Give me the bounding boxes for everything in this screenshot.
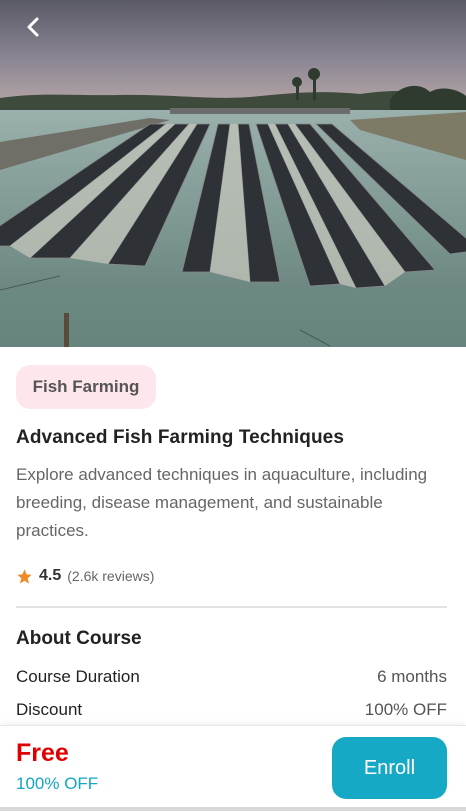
chevron-left-icon <box>27 17 39 37</box>
about-course-heading: About Course <box>16 628 142 649</box>
star-icon <box>17 568 32 584</box>
discount-label: 100% OFF <box>16 774 99 793</box>
enroll-footer: Free 100% OFF Enroll <box>0 725 466 812</box>
back-button[interactable] <box>18 12 48 42</box>
course-description: Explore advanced techniques in aquacultu… <box>16 465 428 540</box>
rating-value: 4.5 <box>39 567 62 584</box>
category-chip: Fish Farming <box>16 365 156 409</box>
course-title: Advanced Fish Farming Techniques <box>16 427 345 448</box>
course-hero-image <box>0 0 466 347</box>
enroll-button[interactable]: Enroll <box>332 737 447 799</box>
info-value: 6 months <box>377 667 447 686</box>
info-label: Course Duration <box>16 667 140 686</box>
info-row-discount: Discount 100% OFF <box>16 700 447 720</box>
info-label: Discount <box>16 700 83 719</box>
price-label: Free <box>16 739 69 767</box>
review-count: (2.6k reviews) <box>67 568 155 584</box>
info-value: 100% OFF <box>364 700 447 719</box>
bottom-edge <box>0 807 466 811</box>
rating-summary: 4.5 (2.6k reviews) <box>16 566 154 586</box>
section-divider <box>16 606 447 608</box>
info-row-duration: Course Duration 6 months <box>16 667 447 687</box>
